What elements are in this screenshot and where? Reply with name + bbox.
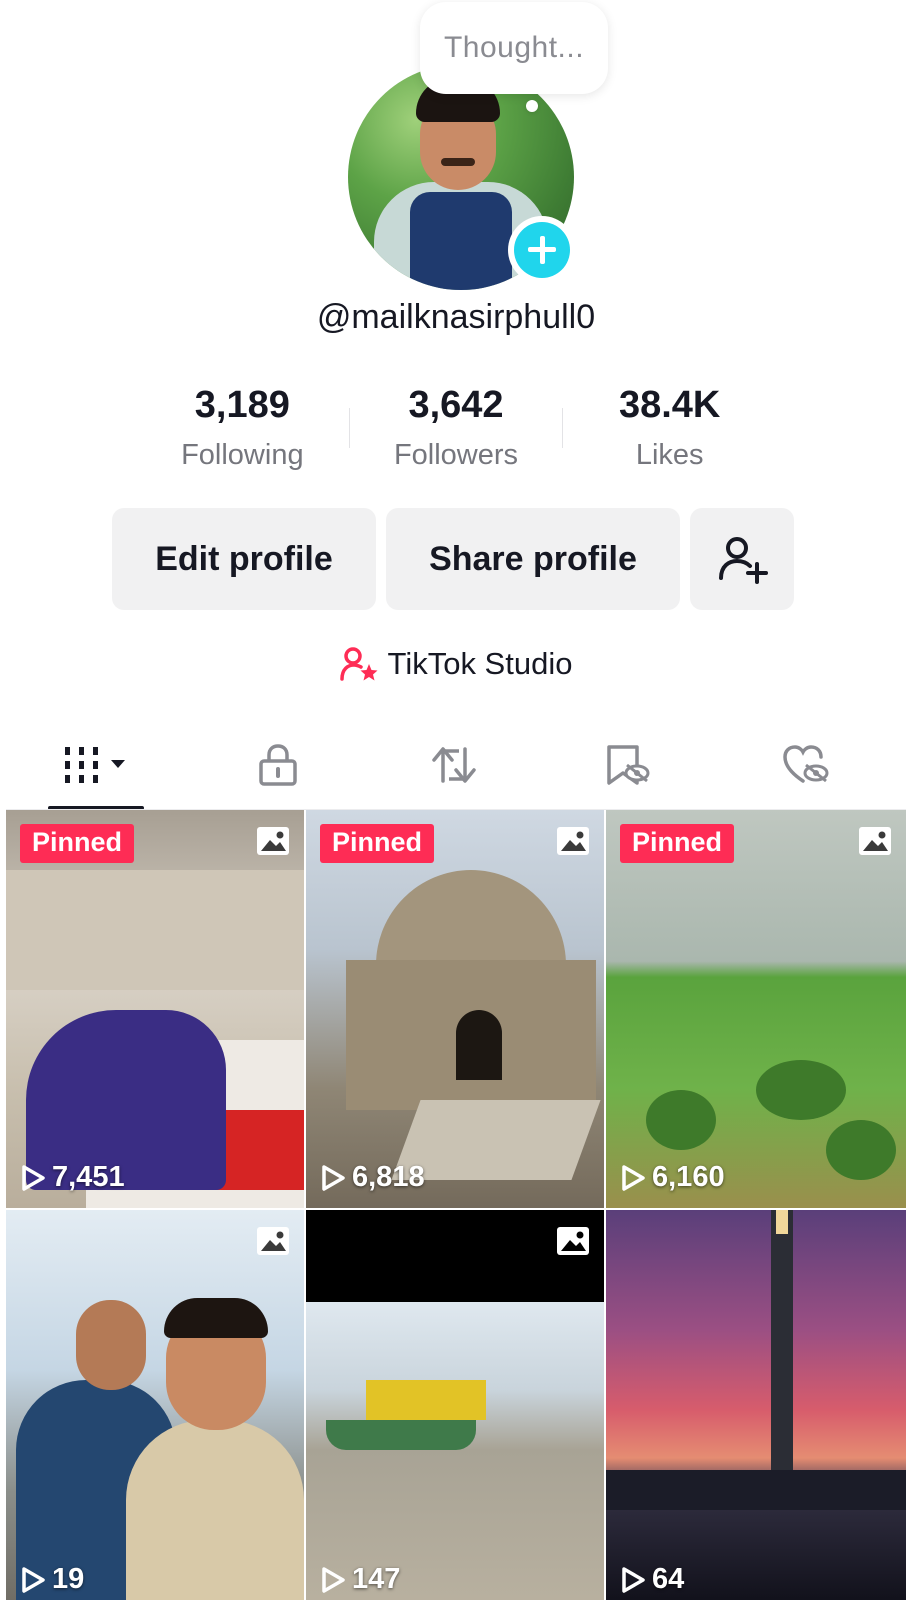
view-count-value: 7,451 [52,1161,125,1193]
avatar-container[interactable] [348,64,576,290]
pinned-badge: Pinned [20,824,135,863]
video-tile[interactable]: Pinned 7,451 [6,810,304,1208]
pinned-badge: Pinned [320,824,435,863]
photo-icon [557,827,589,855]
profile-page: Thought... @mailknasirphull0 3,189 Follo… [6,0,906,1600]
share-profile-button[interactable]: Share profile [386,508,680,610]
username: @mailknasirphull0 [316,298,596,336]
video-thumbnail [606,1210,906,1600]
stat-value: 38.4K [618,384,721,426]
view-count: 64 [620,1563,684,1596]
view-count-value: 19 [52,1563,85,1595]
photo-icon [859,827,891,855]
tiktok-studio-link[interactable]: TikTok Studio [6,646,906,682]
repost-icon [432,747,476,783]
thought-bubble[interactable]: Thought... [420,2,608,94]
add-friend-icon [719,537,768,584]
tab-liked[interactable] [746,730,866,800]
photo-icon [257,1227,289,1255]
play-icon [322,1164,345,1191]
video-thumbnail [6,1210,304,1600]
view-count: 6,818 [320,1161,425,1194]
stat-label: Followers [393,439,519,471]
video-tile[interactable]: 147 [306,1210,604,1600]
play-icon [622,1566,645,1593]
content-tabs [6,730,906,810]
plus-icon [514,222,570,278]
studio-label: TikTok Studio [387,646,573,681]
play-icon [22,1164,45,1191]
video-thumbnail [306,1210,604,1600]
photo-icon [557,1227,589,1255]
view-count-value: 64 [652,1563,685,1595]
video-tile[interactable]: 64 [606,1210,906,1600]
thought-text: Thought... [443,31,585,64]
add-friend-button[interactable] [690,508,794,610]
photo-icon [257,827,289,855]
tab-favorites[interactable] [568,730,688,800]
thought-bubble-tail [526,100,538,112]
stat-followers[interactable]: 3,642 Followers [350,380,563,480]
play-icon [322,1566,345,1593]
stat-value: 3,189 [194,384,290,426]
view-count: 19 [20,1563,84,1596]
stat-label: Likes [635,439,704,471]
tab-videos[interactable] [36,730,156,800]
favorites-hidden-icon [607,745,650,785]
video-grid: Pinned 7,451 Pinned 6,818 Pinned 6,160 1… [6,810,906,1600]
tab-reposts[interactable] [394,730,514,800]
stat-label: Following [181,439,304,471]
view-count: 147 [320,1563,400,1596]
stat-likes[interactable]: 38.4K Likes [563,380,776,480]
stats-row: 3,189 Following 3,642 Followers 38.4K Li… [136,380,776,480]
video-tile[interactable]: 19 [6,1210,304,1600]
grid-videos-icon [65,747,125,783]
view-count: 6,160 [620,1161,725,1194]
play-icon [22,1566,45,1593]
video-thumbnail [306,810,604,1208]
tab-private[interactable] [218,730,338,800]
play-icon [622,1164,645,1191]
view-count-value: 6,160 [652,1161,725,1193]
lock-icon [259,744,297,786]
stat-value: 3,642 [408,384,504,426]
stat-following[interactable]: 3,189 Following [136,380,349,480]
view-count-value: 6,818 [352,1161,425,1193]
liked-hidden-icon [783,745,829,783]
studio-star-person-icon [339,647,378,681]
video-thumbnail [606,810,906,1208]
video-thumbnail [6,810,304,1208]
view-count: 7,451 [20,1161,125,1194]
view-count-value: 147 [352,1563,401,1595]
video-tile[interactable]: Pinned 6,160 [606,810,906,1208]
add-story-button[interactable] [508,216,576,284]
pinned-badge: Pinned [620,824,735,863]
edit-profile-button[interactable]: Edit profile [112,508,376,610]
video-tile[interactable]: Pinned 6,818 [306,810,604,1208]
